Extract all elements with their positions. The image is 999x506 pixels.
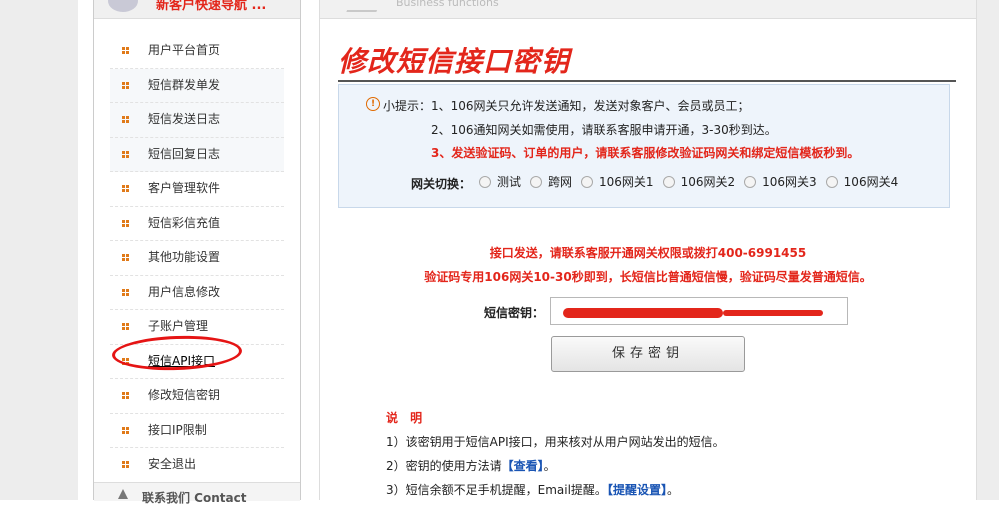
sidebar-item-reply-log[interactable]: 短信回复日志 bbox=[110, 137, 284, 172]
bullet-icon bbox=[122, 323, 129, 330]
tip-line-1: 1、106网关只允许发送通知，发送对象客户、会员或员工； bbox=[431, 99, 750, 113]
verification-notice: 验证码专用106网关10-30秒即到，长短信比普通短信慢，验证码尽量发普通短信。 bbox=[424, 270, 872, 284]
gateway-option-label: 测试 bbox=[497, 175, 522, 189]
tip-line-3: 3、发送验证码、订单的用户，请联系客服修改验证码网关和绑定短信模板秒到。 bbox=[431, 146, 860, 160]
bullet-icon bbox=[122, 81, 129, 89]
bullet-icon bbox=[122, 288, 129, 296]
gateway-option-test[interactable]: 测试 bbox=[479, 173, 521, 190]
bullet-icon bbox=[122, 426, 129, 434]
sidebar-item-label: 短信发送日志 bbox=[148, 112, 221, 126]
sidebar-item-label: 接口IP限制 bbox=[148, 422, 207, 437]
sms-key-input[interactable] bbox=[550, 297, 848, 325]
radio-icon[interactable] bbox=[825, 175, 838, 188]
sidebar-header-title: 新客户快速导航 ... bbox=[156, 0, 267, 13]
bullet-icon bbox=[122, 219, 129, 227]
sidebar-item-send-sms[interactable]: 短信群发单发 bbox=[110, 68, 284, 103]
tip-line-2: 2、106通知网关如需使用，请联系客服申请开通，3-30秒到达。 bbox=[431, 123, 777, 137]
redaction-mark bbox=[723, 310, 823, 316]
sidebar-footer-title: 联系我们 Contact bbox=[142, 491, 247, 505]
nav-logo-icon bbox=[108, 0, 138, 12]
bullet-icon bbox=[122, 185, 129, 192]
sidebar-item-change-key[interactable]: 修改短信密钥 bbox=[110, 379, 284, 414]
description-row-2-end: 。 bbox=[543, 459, 556, 473]
sidebar-item-label: 客户管理软件 bbox=[148, 181, 221, 195]
gateway-option-label: 跨网 bbox=[548, 175, 573, 189]
radio-icon[interactable] bbox=[662, 175, 675, 188]
gateway-option-label: 106网关4 bbox=[843, 175, 899, 189]
bullet-icon bbox=[122, 254, 129, 261]
sidebar-header: 新客户快速导航 ... bbox=[94, 0, 300, 19]
contact-icon bbox=[118, 489, 128, 499]
radio-icon[interactable] bbox=[744, 175, 757, 188]
sidebar-item-recharge[interactable]: 短信彩信充值 bbox=[110, 207, 284, 241]
bullet-icon bbox=[122, 461, 129, 468]
sidebar-footer: 联系我们 Contact bbox=[94, 482, 300, 505]
gateway-radio-group: 测试 跨网 106网关1 106网关2 106网关3 106网关4 bbox=[479, 173, 907, 190]
tips-prefix: 小提示： bbox=[383, 99, 432, 113]
save-key-button[interactable]: 保存密钥 bbox=[551, 336, 745, 372]
main-header: Business functions bbox=[320, 0, 976, 19]
sidebar-item-label: 用户平台首页 bbox=[148, 43, 221, 57]
gateway-option-106-1[interactable]: 106网关1 bbox=[581, 173, 654, 190]
sidebar-item-label: 用户信息修改 bbox=[148, 284, 221, 299]
sidebar-item-logout[interactable]: 安全退出 bbox=[110, 448, 284, 483]
sms-key-label: 短信密钥： bbox=[484, 306, 545, 320]
bullet-icon bbox=[122, 392, 129, 399]
main-panel: Business functions 修改短信接口密钥 ! 小提示： 1、106… bbox=[319, 0, 977, 500]
redaction-mark bbox=[563, 308, 723, 318]
gateway-label: 网关切换： bbox=[411, 177, 472, 191]
sidebar-item-label: 安全退出 bbox=[148, 457, 197, 471]
description-row-3: 3）短信余额不足手机提醒，Email提醒。【提醒设置】。 bbox=[386, 481, 679, 498]
sidebar-item-label: 短信回复日志 bbox=[148, 146, 221, 161]
gateway-option-cross-network[interactable]: 跨网 bbox=[530, 173, 572, 190]
sidebar-item-ip-limit[interactable]: 接口IP限制 bbox=[110, 414, 284, 448]
view-link[interactable]: 【查看】 bbox=[502, 459, 544, 473]
description-row-2: 2）密钥的使用方法请【查看】。 bbox=[386, 457, 556, 474]
page-background-left bbox=[0, 0, 78, 500]
warning-icon: ! bbox=[366, 97, 380, 111]
description-row-3-end: 。 bbox=[666, 483, 679, 497]
radio-icon[interactable] bbox=[479, 175, 491, 188]
sidebar-item-label: 短信彩信充值 bbox=[148, 215, 221, 230]
description-title: 说 明 bbox=[386, 411, 427, 425]
sidebar: 新客户快速导航 ... 用户平台首页 短信群发单发 短信发送日志 短信回复日志 … bbox=[93, 0, 301, 505]
bullet-icon bbox=[122, 116, 129, 123]
sidebar-item-home[interactable]: 用户平台首页 bbox=[110, 34, 284, 69]
api-notice: 接口发送，请联系客服开通网关权限或拨打400-6991455 bbox=[489, 246, 807, 260]
sidebar-item-crm[interactable]: 客户管理软件 bbox=[110, 172, 284, 207]
sidebar-item-label: 修改短信密钥 bbox=[148, 388, 221, 402]
main-header-text: Business functions bbox=[396, 0, 499, 9]
gateway-option-106-2[interactable]: 106网关2 bbox=[662, 173, 736, 190]
gateway-option-106-4[interactable]: 106网关4 bbox=[825, 173, 899, 190]
gateway-option-106-3[interactable]: 106网关3 bbox=[744, 173, 817, 190]
sidebar-nav: 用户平台首页 短信群发单发 短信发送日志 短信回复日志 客户管理软件 短信彩信充… bbox=[110, 34, 284, 483]
gateway-option-label: 106网关2 bbox=[680, 175, 736, 189]
gateway-option-label: 106网关1 bbox=[599, 175, 654, 189]
reminder-settings-link[interactable]: 【提醒设置】 bbox=[607, 483, 667, 497]
sidebar-item-user-info[interactable]: 用户信息修改 bbox=[110, 276, 284, 310]
page-title: 修改短信接口密钥 bbox=[338, 45, 571, 78]
description-row-1: 1）该密钥用于短信API接口，用来核对从用户网站发出的短信。 bbox=[386, 435, 725, 449]
sidebar-item-send-log[interactable]: 短信发送日志 bbox=[110, 103, 284, 138]
description-row-3-text: 3）短信余额不足手机提醒，Email提醒。 bbox=[386, 483, 607, 497]
sidebar-item-label: 其他功能设置 bbox=[148, 250, 221, 264]
bullet-icon bbox=[122, 150, 129, 158]
sidebar-item-other-settings[interactable]: 其他功能设置 bbox=[110, 241, 284, 276]
gateway-option-label: 106网关3 bbox=[762, 175, 817, 189]
business-icon bbox=[346, 0, 384, 12]
page-background-right bbox=[975, 0, 999, 500]
description-row-2-text: 2）密钥的使用方法请 bbox=[386, 459, 502, 473]
radio-icon[interactable] bbox=[581, 175, 594, 188]
title-divider bbox=[338, 80, 956, 82]
radio-icon[interactable] bbox=[530, 175, 543, 188]
sidebar-item-label: 短信群发单发 bbox=[148, 77, 221, 92]
bullet-icon bbox=[122, 47, 129, 54]
tips-box: ! 小提示： 1、106网关只允许发送通知，发送对象客户、会员或员工； 2、10… bbox=[338, 84, 950, 208]
